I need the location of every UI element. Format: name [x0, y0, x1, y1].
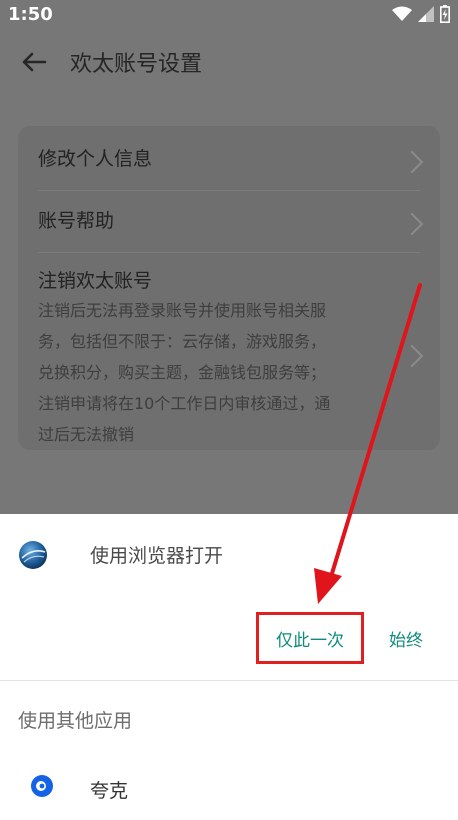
description-line: 注销后无法再登录账号并使用账号相关服 — [38, 301, 327, 320]
page-title: 欢太账号设置 — [70, 52, 203, 77]
status-icons — [392, 5, 450, 23]
wifi-icon — [392, 6, 412, 21]
back-arrow-icon — [22, 52, 47, 72]
just-once-button[interactable]: 仅此一次 — [256, 612, 364, 664]
quark-app-icon — [31, 775, 53, 797]
settings-item-edit-profile[interactable]: 修改个人信息 — [38, 144, 424, 191]
battery-icon — [440, 5, 450, 23]
description-line: 兑换积分，购买主题，金融钱包服务等； — [38, 363, 327, 382]
browser-option-label: 使用浏览器打开 — [90, 545, 224, 567]
settings-card: 修改个人信息 账号帮助 注销欢太账号 注销后无法再登录账号并使用账号相关服 务，… — [18, 126, 440, 450]
description-line: 注销申请将在10个工作日内审核通过，通 — [38, 394, 331, 413]
settings-item-label: 修改个人信息 — [38, 148, 153, 170]
browser-option[interactable]: 使用浏览器打开 — [0, 514, 458, 598]
back-button[interactable] — [14, 44, 54, 80]
settings-item-delete-account[interactable]: 注销欢太账号 注销后无法再登录账号并使用账号相关服 务，包括但不限于：云存储，游… — [38, 266, 424, 446]
settings-item-label: 账号帮助 — [38, 210, 115, 232]
chevron-right-icon — [400, 150, 424, 174]
delete-account-description: 注销后无法再登录账号并使用账号相关服 务，包括但不限于：云存储，游戏服务， 兑换… — [38, 295, 410, 450]
settings-item-label: 注销欢太账号 — [38, 270, 153, 292]
always-button[interactable]: 始终 — [378, 612, 434, 664]
browser-globe-icon — [19, 541, 47, 569]
sheet-divider — [0, 680, 458, 681]
other-apps-heading: 使用其他应用 — [18, 710, 133, 732]
quark-option[interactable]: 夸克 — [0, 762, 458, 820]
status-bar: 1:50 — [0, 0, 458, 30]
status-time: 1:50 — [8, 4, 53, 25]
signal-icon — [418, 6, 434, 22]
quark-option-label: 夸克 — [90, 780, 129, 802]
chevron-right-icon — [400, 212, 424, 236]
description-line: 过后无法撤销 — [38, 425, 135, 444]
description-line: 务，包括但不限于：云存储，游戏服务， — [38, 332, 327, 351]
settings-item-account-help[interactable]: 账号帮助 — [38, 206, 424, 253]
app-chooser-sheet: 使用浏览器打开 仅此一次 始终 使用其他应用 夸克 — [0, 514, 458, 820]
app-bar: 欢太账号设置 — [0, 30, 458, 94]
